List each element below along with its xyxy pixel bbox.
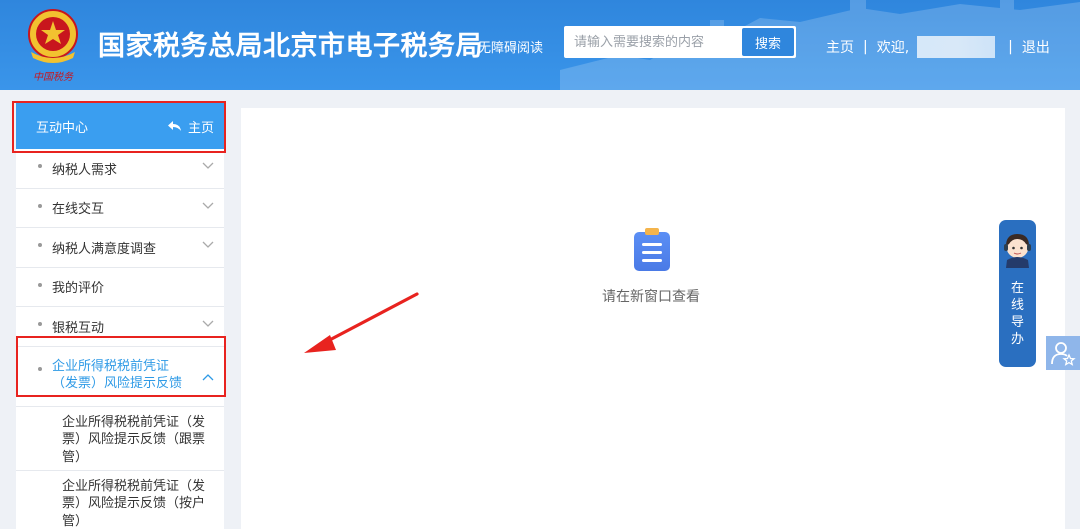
annotation-arrow <box>304 292 419 353</box>
sidebar-item-my-reviews[interactable]: 我的评价 <box>16 268 224 307</box>
search-button[interactable]: 搜索 <box>742 28 794 56</box>
sidebar-item-label: 纳税人满意度调查 <box>52 241 157 257</box>
tax-emblem-logo: 中国税务 <box>28 9 78 83</box>
user-star-icon <box>1051 342 1076 366</box>
bullet-dot <box>38 243 42 248</box>
bullet-dot <box>38 282 42 287</box>
welcome-text: 欢迎, <box>876 40 910 56</box>
logout-link[interactable]: 退出 <box>1022 37 1050 57</box>
accessible-reading-link[interactable]: 无障碍阅读 <box>478 37 543 56</box>
sidebar-item-satisfaction-survey[interactable]: 纳税人满意度调查 <box>16 228 224 268</box>
chevron-down-icon <box>202 162 214 170</box>
guide-char: 导 <box>1010 315 1024 330</box>
site-title: 国家税务总局北京市电子税务局 <box>98 31 483 62</box>
customer-service-avatar-icon <box>1004 234 1031 268</box>
sidebar: 互动中心 主页 纳税人需求 在线交互 纳税人满意度调查 我的评价 银税互动 企业… <box>16 103 224 529</box>
online-guide-label: 在 线 导 办 <box>999 280 1036 348</box>
guide-char: 在 <box>1010 281 1024 296</box>
guide-char: 线 <box>1010 298 1024 313</box>
sub-item-invoice-feedback-by-invoice[interactable]: 企业所得税税前凭证（发票）风险提示反馈（跟票管） <box>16 407 224 471</box>
sidebar-item-taxpayer-needs[interactable]: 纳税人需求 <box>16 149 224 189</box>
highlight-box-active-item <box>16 336 226 397</box>
chevron-down-icon <box>202 320 214 328</box>
sidebar-item-label: 纳税人需求 <box>52 162 118 178</box>
sidebar-item-label: 银税互动 <box>52 320 105 336</box>
nav-separator: | <box>863 39 868 55</box>
svg-text:中国税务: 中国税务 <box>33 71 74 83</box>
bullet-dot <box>38 203 42 208</box>
sidebar-item-online-interaction[interactable]: 在线交互 <box>16 189 224 228</box>
chevron-down-icon <box>202 202 214 209</box>
site-header: 中国税务 国家税务总局北京市电子税务局 无障碍阅读 搜索 主页 | 欢迎, | … <box>0 0 1080 90</box>
clipboard-icon <box>634 228 670 271</box>
search-input[interactable] <box>564 26 742 58</box>
nav-separator: | <box>1008 39 1013 55</box>
guide-char: 办 <box>1010 332 1024 347</box>
sidebar-item-label: 我的评价 <box>52 281 105 297</box>
user-favorite-button[interactable] <box>1046 336 1080 370</box>
highlight-box-sidebar-header <box>12 101 226 153</box>
top-nav: 主页 | 欢迎, | 退出 <box>826 36 1050 58</box>
chevron-down-icon <box>202 241 214 249</box>
bullet-dot <box>38 164 42 169</box>
sub-item-invoice-feedback-by-account[interactable]: 企业所得税税前凭证（发票）风险提示反馈（按户管） <box>16 471 224 529</box>
search-box: 搜索 <box>564 26 796 58</box>
username-redacted <box>917 36 996 58</box>
nav-home-link[interactable]: 主页 <box>826 37 854 57</box>
bullet-dot <box>38 322 42 327</box>
open-in-new-window-message: 请在新窗口查看 <box>602 289 700 305</box>
online-guide-button[interactable]: 在 线 导 办 <box>999 220 1036 367</box>
sidebar-item-label: 在线交互 <box>52 202 105 218</box>
